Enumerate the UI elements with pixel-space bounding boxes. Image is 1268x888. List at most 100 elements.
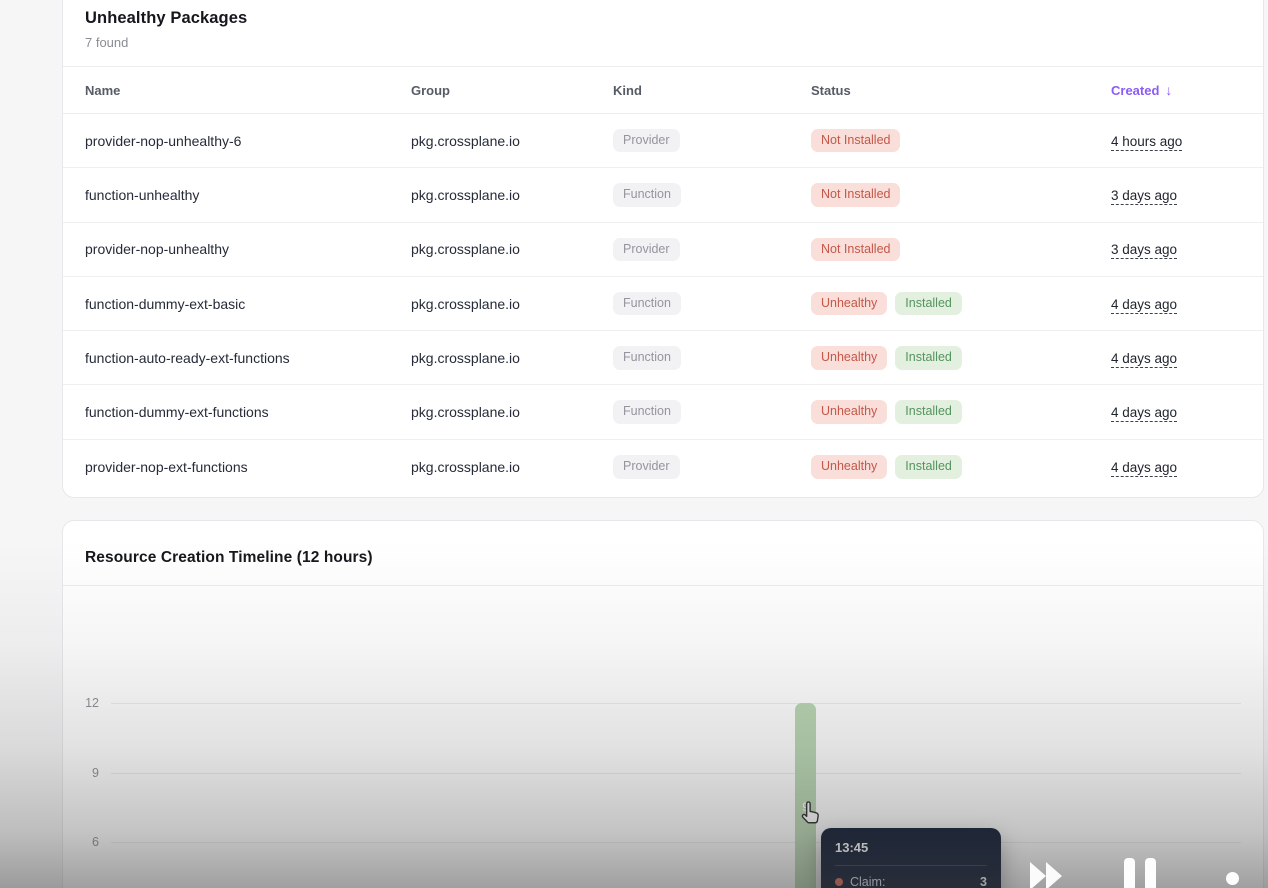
created-time-link[interactable]: 3 days ago [1111,188,1177,203]
status-badge: Unhealthy [811,292,887,315]
created-time-link[interactable]: 4 days ago [1111,297,1177,312]
chart-card-header: Resource Creation Timeline (12 hours) [63,521,1263,586]
bar-segment-managed-resource[interactable] [795,842,816,888]
cell-status: Not Installed [811,183,1111,206]
cell-package-name: function-dummy-ext-functions [85,404,411,420]
cell-kind: Function [613,400,811,423]
gridline [111,703,1241,704]
status-badge: Unhealthy [811,346,887,369]
chart-tooltip: 13:45 Claim: 3 Composite Resource: 6 Man… [821,828,1001,888]
chart-title: Resource Creation Timeline (12 hours) [85,549,1241,567]
status-badge: Unhealthy [811,400,887,423]
cell-status: Unhealthy Installed [811,346,1111,369]
table-row[interactable]: function-dummy-ext-functions pkg.crosspl… [63,385,1263,439]
y-axis-tick-label: 6 [67,835,99,849]
player-dot-icon[interactable] [1226,872,1240,888]
cell-created: 4 hours ago [1111,133,1241,149]
kind-badge: Function [613,400,681,423]
cell-package-name: provider-nop-ext-functions [85,459,411,475]
cell-kind: Provider [613,238,811,261]
cell-created: 4 days ago [1111,459,1241,475]
cell-status: Unhealthy Installed [811,455,1111,478]
gridline [111,842,1241,843]
kind-badge: Function [613,346,681,369]
y-axis-tick-label: 12 [67,696,99,710]
column-header-created[interactable]: Created ↓ [1111,82,1241,98]
cell-package-name: provider-nop-unhealthy [85,241,411,257]
cell-kind: Function [613,346,811,369]
cell-group: pkg.crossplane.io [411,241,613,257]
column-header-status[interactable]: Status [811,83,1111,98]
cell-package-name: provider-nop-unhealthy-6 [85,133,411,149]
cell-status: Unhealthy Installed [811,400,1111,423]
page-title: Unhealthy Packages [85,9,1241,28]
column-header-group[interactable]: Group [411,83,613,98]
series-label: Claim: [850,875,980,888]
pause-icon[interactable] [1124,858,1160,888]
sort-descending-icon: ↓ [1165,82,1172,98]
created-time-link[interactable]: 4 hours ago [1111,134,1182,149]
cell-created: 4 days ago [1111,404,1241,420]
column-header-created-label: Created [1111,83,1159,98]
status-badge: Unhealthy [811,455,887,478]
cell-created: 3 days ago [1111,187,1241,203]
status-badge: Not Installed [811,129,900,152]
cell-kind: Function [613,292,811,315]
table-row[interactable]: provider-nop-ext-functions pkg.crossplan… [63,440,1263,494]
created-time-link[interactable]: 4 days ago [1111,351,1177,366]
cell-group: pkg.crossplane.io [411,187,613,203]
status-badge: Installed [895,346,962,369]
card-header: Unhealthy Packages 7 found [63,0,1263,50]
status-badge: Installed [895,400,962,423]
series-color-dot [835,878,843,886]
created-time-link[interactable]: 4 days ago [1111,405,1177,420]
tooltip-time: 13:45 [835,840,987,866]
cell-kind: Provider [613,129,811,152]
timeline-chart: 12963 93 13:45 Claim: 3 Composite Resour… [63,586,1263,888]
y-axis-tick-label: 9 [67,766,99,780]
cell-group: pkg.crossplane.io [411,404,613,420]
column-header-name[interactable]: Name [85,83,411,98]
cell-created: 4 days ago [1111,350,1241,366]
mouse-pointer-icon [798,800,824,826]
table-row[interactable]: provider-nop-unhealthy-6 pkg.crossplane.… [63,114,1263,168]
cell-group: pkg.crossplane.io [411,459,613,475]
cell-kind: Function [613,183,811,206]
gridline [111,773,1241,774]
cell-group: pkg.crossplane.io [411,296,613,312]
unhealthy-packages-card: Unhealthy Packages 7 found Name Group Ki… [62,0,1264,498]
cell-kind: Provider [613,455,811,478]
created-time-link[interactable]: 4 days ago [1111,460,1177,475]
table-row[interactable]: function-auto-ready-ext-functions pkg.cr… [63,331,1263,385]
table-row[interactable]: function-dummy-ext-basic pkg.crossplane.… [63,277,1263,331]
column-header-kind[interactable]: Kind [613,83,811,98]
kind-badge: Function [613,183,681,206]
status-badge: Installed [895,292,962,315]
cell-created: 4 days ago [1111,296,1241,312]
cell-created: 3 days ago [1111,241,1241,257]
cell-status: Unhealthy Installed [811,292,1111,315]
kind-badge: Provider [613,238,680,261]
skip-forward-icon[interactable] [1026,856,1066,888]
series-value: 3 [980,875,987,888]
tooltip-row: Claim: 3 [835,875,987,888]
status-badge: Installed [895,455,962,478]
cell-package-name: function-dummy-ext-basic [85,296,411,312]
result-count: 7 found [85,35,1241,50]
cell-group: pkg.crossplane.io [411,350,613,366]
status-badge: Not Installed [811,238,900,261]
created-time-link[interactable]: 3 days ago [1111,242,1177,257]
table-header-row: Name Group Kind Status Created ↓ [63,66,1263,114]
cell-status: Not Installed [811,129,1111,152]
table-body: provider-nop-unhealthy-6 pkg.crossplane.… [63,114,1263,494]
kind-badge: Provider [613,455,680,478]
table-row[interactable]: function-unhealthy pkg.crossplane.io Fun… [63,168,1263,222]
cell-group: pkg.crossplane.io [411,133,613,149]
kind-badge: Provider [613,129,680,152]
tooltip-rows: Claim: 3 Composite Resource: 6 Managed R… [835,875,987,888]
kind-badge: Function [613,292,681,315]
status-badge: Not Installed [811,183,900,206]
resource-timeline-card: Resource Creation Timeline (12 hours) 12… [62,520,1264,888]
table-row[interactable]: provider-nop-unhealthy pkg.crossplane.io… [63,223,1263,277]
cell-status: Not Installed [811,238,1111,261]
